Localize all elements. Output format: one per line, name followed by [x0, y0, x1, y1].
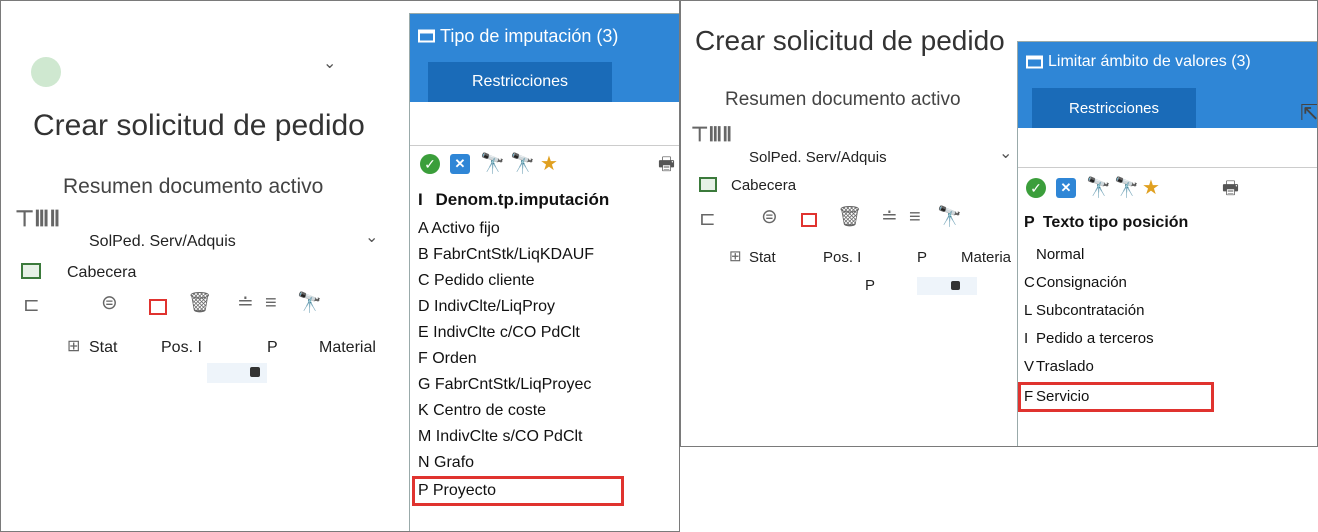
cabecera-label[interactable]: Cabecera — [67, 264, 136, 282]
delete-icon[interactable]: 🗑 — [187, 293, 212, 313]
delete-icon[interactable]: 🗑 — [837, 207, 862, 227]
find-next-icon[interactable]: 🔭 — [1114, 178, 1139, 198]
favorite-icon[interactable]: ★ — [1142, 178, 1162, 198]
restrictions-area — [410, 102, 679, 146]
list-item[interactable]: B FabrCntStk/LiqKDAUF — [418, 246, 594, 264]
page-title: Crear solicitud de pedido — [695, 25, 1005, 56]
status-check-icon — [31, 57, 61, 87]
right-screenshot-panel: Crear solicitud de pedido Resumen docume… — [680, 0, 1318, 447]
cabecera-label[interactable]: Cabecera — [731, 177, 796, 194]
col-p[interactable]: P — [267, 339, 278, 357]
filter-icon[interactable]: ≡ — [909, 207, 921, 227]
cabecera-icon[interactable] — [699, 177, 717, 192]
window-icon — [1026, 55, 1043, 69]
page-title: Crear solicitud de pedido — [33, 109, 365, 142]
list-header: P Texto tipo posición — [1024, 214, 1188, 232]
find-next-icon[interactable]: 🔭 — [510, 154, 535, 174]
print-icon[interactable]: 🖶 — [658, 154, 678, 174]
restrictions-area — [1018, 128, 1317, 168]
print-icon[interactable]: 🖶 — [1222, 178, 1242, 198]
list-item[interactable]: A Activo fijo — [418, 220, 500, 238]
list-item[interactable]: G FabrCntStk/LiqProyec — [418, 376, 591, 394]
confirm-icon[interactable]: ✓ — [420, 154, 440, 174]
solped-label: SolPed. Serv/Adquis — [89, 233, 236, 250]
solped-chevron-icon[interactable]: ⌄ — [365, 227, 378, 247]
header-code: P — [1024, 214, 1035, 231]
favorite-icon[interactable]: ★ — [540, 154, 560, 174]
table-settings-icon[interactable]: ⊞ — [67, 337, 80, 357]
list-item[interactable]: V Traslado — [1024, 358, 1094, 375]
list-item[interactable]: D IndivClte/LiqProy — [418, 298, 555, 316]
tipo-posicion-popup: Limitar ámbito de valores (3) Restriccio… — [1017, 41, 1318, 446]
tab-restricciones[interactable]: Restricciones — [1032, 88, 1196, 128]
solped-icon: ⊤ⅢⅡ — [691, 124, 733, 146]
col-pos[interactable]: Pos. I — [823, 249, 861, 266]
popup-titlebar: Tipo de imputación (3) — [410, 14, 679, 58]
list-item[interactable]: L Subcontratación — [1024, 302, 1144, 319]
left-screenshot-panel: ⌄ Crear solicitud de pedido Resumen docu… — [0, 0, 680, 532]
details-icon[interactable]: ⊜ — [761, 207, 778, 227]
find-icon[interactable]: 🔭 — [1086, 178, 1111, 198]
find-icon[interactable]: 🔭 — [937, 207, 962, 227]
confirm-icon[interactable]: ✓ — [1026, 178, 1046, 198]
sort-icon[interactable]: ≐ — [237, 293, 254, 313]
chevron-down-icon[interactable]: ⌄ — [323, 53, 336, 73]
highlight-box — [412, 476, 624, 506]
cancel-icon[interactable]: ✕ — [450, 154, 470, 174]
col-stat[interactable]: Stat — [749, 249, 776, 266]
list-item[interactable]: M IndivClte s/CO PdClt — [418, 428, 583, 446]
solped-icon: ⊤ⅢⅡ — [15, 206, 61, 231]
header-label: Denom.tp.imputación — [435, 190, 610, 209]
cabecera-icon[interactable] — [21, 263, 41, 279]
table-settings-icon[interactable]: ⊞ — [729, 247, 742, 267]
value-help-field[interactable] — [917, 277, 977, 295]
solped-label: SolPed. Serv/Adquis — [749, 149, 887, 166]
filter-icon[interactable]: ≡ — [265, 293, 277, 313]
header-label: Texto tipo posición — [1042, 214, 1189, 231]
col-material[interactable]: Materia — [961, 249, 1011, 266]
col-p[interactable]: P — [917, 249, 927, 266]
list-item[interactable]: K Centro de coste — [418, 402, 546, 420]
list-header: I Denom.tp.imputación — [418, 190, 609, 210]
items-icon[interactable]: ⊏ — [23, 295, 40, 315]
items-icon[interactable]: ⊏ — [699, 209, 716, 229]
col-material[interactable]: Material — [319, 339, 376, 357]
list-item[interactable]: C Pedido cliente — [418, 272, 535, 290]
popup-title: Tipo de imputación (3) — [440, 26, 619, 46]
copy-icon[interactable] — [801, 213, 817, 227]
sort-icon[interactable]: ≐ — [881, 207, 898, 227]
header-code: I — [418, 190, 423, 209]
value-help-icon[interactable] — [951, 281, 960, 290]
list-item[interactable]: I Pedido a terceros — [1024, 330, 1154, 347]
value-help-icon[interactable] — [250, 367, 260, 377]
popup-titlebar: Limitar ámbito de valores (3) — [1018, 42, 1317, 82]
window-icon — [418, 29, 435, 43]
list-item[interactable]: N Grafo — [418, 454, 474, 472]
list-item[interactable]: Normal — [1024, 246, 1084, 263]
col-pos[interactable]: Pos. I — [161, 339, 202, 357]
copy-icon[interactable] — [149, 299, 167, 315]
tab-restricciones[interactable]: Restricciones — [428, 62, 612, 102]
highlight-box — [1018, 382, 1214, 412]
details-icon[interactable]: ⊜ — [101, 293, 118, 313]
mouse-cursor-icon: ⇱ — [1300, 100, 1318, 125]
popup-title: Limitar ámbito de valores (3) — [1048, 53, 1251, 70]
solped-chevron-icon[interactable]: ⌄ — [999, 143, 1012, 163]
col-stat[interactable]: Stat — [89, 339, 117, 357]
col-p-value: P — [865, 277, 876, 294]
page-subtitle: Resumen documento activo — [63, 175, 324, 198]
list-item[interactable]: CConsignación — [1024, 274, 1127, 291]
page-subtitle: Resumen documento activo — [725, 89, 961, 110]
find-icon[interactable]: 🔭 — [480, 154, 505, 174]
imputacion-popup: Tipo de imputación (3) Restricciones ✓ ✕… — [409, 13, 679, 531]
list-item[interactable]: F Orden — [418, 350, 477, 368]
list-item[interactable]: E IndivClte c/CO PdClt — [418, 324, 580, 342]
cancel-icon[interactable]: ✕ — [1056, 178, 1076, 198]
find-icon[interactable]: 🔭 — [297, 293, 322, 313]
